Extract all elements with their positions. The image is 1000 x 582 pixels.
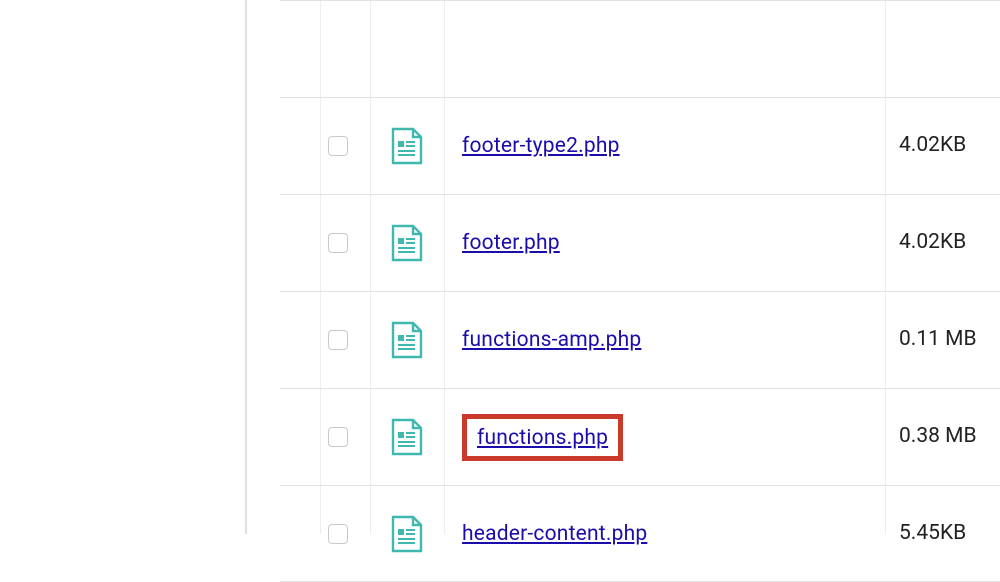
row-checkbox[interactable]: [328, 427, 348, 447]
file-size: 4.02KB: [885, 229, 1000, 256]
row-checkbox[interactable]: [328, 136, 348, 156]
file-icon: [370, 418, 444, 456]
table-row: functions-amp.php 0.11 MB: [280, 291, 1000, 388]
file-listing: footer-type2.php 4.02KB footer.php 4.02K…: [280, 0, 1000, 534]
row-checkbox[interactable]: [328, 233, 348, 253]
row-checkbox[interactable]: [328, 330, 348, 350]
sidebar-divider: [245, 0, 247, 534]
file-size: 5.45KB: [885, 520, 1000, 547]
file-icon: [370, 127, 444, 165]
file-size: 4.02KB: [885, 132, 1000, 159]
file-name-link[interactable]: footer.php: [462, 231, 560, 255]
file-size: 0.38 MB: [885, 423, 1000, 450]
highlight-marker: functions.php: [462, 414, 623, 461]
table-row: footer-type2.php 4.02KB: [280, 97, 1000, 194]
file-name-link[interactable]: functions-amp.php: [462, 328, 641, 352]
file-name-link[interactable]: footer-type2.php: [462, 134, 620, 158]
table-row: functions.php 0.38 MB: [280, 388, 1000, 485]
file-name-link[interactable]: functions.php: [477, 426, 608, 450]
header-stub-row: [280, 0, 1000, 97]
file-icon: [370, 321, 444, 359]
file-size: 0.11 MB: [885, 326, 1000, 353]
file-icon: [370, 224, 444, 262]
table-row: footer.php 4.02KB: [280, 194, 1000, 291]
